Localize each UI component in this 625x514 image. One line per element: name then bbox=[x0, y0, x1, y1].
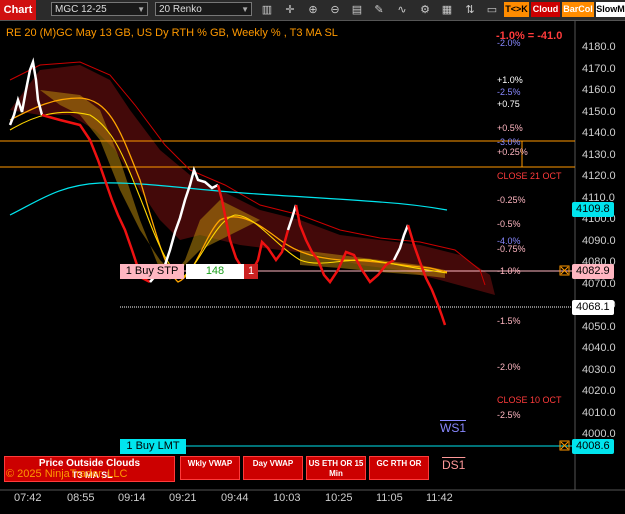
level-m10: -1.0% bbox=[497, 266, 521, 276]
chevron-down-icon: ▼ bbox=[241, 5, 249, 14]
level-close21: CLOSE 21 OCT bbox=[497, 171, 562, 181]
instrument-value: MGC 12-25 bbox=[55, 4, 107, 15]
ds1-label: DS1 bbox=[442, 458, 466, 472]
level-p05: +0.5% bbox=[497, 123, 523, 133]
ws1-label: WS1 bbox=[440, 421, 467, 435]
time-tick: 07:42 bbox=[14, 492, 42, 504]
price-tick: 4160.0 bbox=[582, 84, 616, 96]
time-tick: 09:44 bbox=[221, 492, 249, 504]
chart-trader-icon[interactable]: ⇅ bbox=[463, 3, 477, 17]
price-tick: 4170.0 bbox=[582, 62, 616, 75]
slowma-toggle-button[interactable]: SlowM bbox=[596, 2, 625, 17]
price-tick: 4070.0 bbox=[582, 277, 616, 290]
time-tick: 11:42 bbox=[426, 492, 453, 504]
price-tick: 4050.0 bbox=[582, 320, 616, 333]
bar-type-selector[interactable]: 20 Renko ▼ bbox=[155, 2, 252, 16]
draw-icon[interactable]: ✎ bbox=[372, 3, 386, 17]
level-m25b: -2.5% bbox=[497, 410, 521, 420]
level-p075: +0.75 bbox=[497, 99, 520, 109]
level-m20: -2.0% bbox=[497, 362, 521, 372]
level-p1: +1.0% bbox=[497, 75, 523, 85]
wkly-vwap-label: Wkly VWAP bbox=[187, 459, 233, 468]
level-m025: -0.25% bbox=[497, 195, 526, 205]
level-m15: -1.5% bbox=[497, 316, 521, 326]
chevron-down-icon: ▼ bbox=[137, 5, 145, 14]
last-price-label: 4082.9 bbox=[572, 264, 614, 279]
level-p025: +0.25% bbox=[497, 147, 528, 157]
price-tick: 4040.0 bbox=[582, 342, 616, 354]
zoom-in-icon[interactable]: ⊕ bbox=[306, 3, 320, 17]
time-tick: 09:21 bbox=[169, 492, 197, 504]
time-tick: 09:14 bbox=[118, 492, 146, 504]
time-tick: 10:25 bbox=[325, 492, 353, 504]
buy-lmt-price-label: 4008.6 bbox=[572, 439, 614, 454]
chart-tab[interactable]: Chart bbox=[0, 0, 36, 20]
price-tick: 4150.0 bbox=[582, 105, 616, 118]
level-m05: -0.5% bbox=[497, 219, 521, 229]
cloud-toggle-button[interactable]: Cloud bbox=[531, 2, 560, 17]
buy-stp-order[interactable]: 1 Buy STP bbox=[120, 264, 184, 279]
price-tick: 4090.0 bbox=[582, 234, 616, 247]
wkly-vwap-button[interactable]: Wkly VWAP bbox=[180, 456, 240, 480]
buy-lmt-order[interactable]: 1 Buy LMT bbox=[120, 439, 186, 454]
price-tick: 4020.0 bbox=[582, 385, 616, 397]
price-tick: 4120.0 bbox=[582, 170, 616, 182]
cyan-ma-price-label: 4109.8 bbox=[572, 202, 614, 217]
bar-type-value: 20 Renko bbox=[159, 4, 202, 15]
data-box-icon[interactable]: ▦ bbox=[440, 3, 454, 17]
us-eth-label: US ETH OR 15 Min bbox=[308, 459, 364, 478]
day-vwap-button[interactable]: Day VWAP bbox=[243, 456, 303, 480]
indicators-icon[interactable]: ∿ bbox=[395, 3, 409, 17]
copyright-text: © 2025 NinjaTrader, LLC bbox=[6, 468, 128, 480]
price-tick: 4010.0 bbox=[582, 406, 616, 419]
day-vwap-label: Day VWAP bbox=[252, 459, 294, 468]
price-tick: 4030.0 bbox=[582, 363, 616, 376]
us-eth-button[interactable]: US ETH OR 15 Min bbox=[306, 456, 366, 480]
crosshair-icon[interactable]: ✛ bbox=[283, 3, 297, 17]
buy-stp-qty[interactable]: 148 bbox=[186, 264, 244, 279]
strategies-icon[interactable]: ⚙ bbox=[418, 3, 432, 17]
templates-icon[interactable]: ▭ bbox=[485, 3, 499, 17]
time-tick: 11:05 bbox=[376, 492, 403, 504]
level-m3: -3.0% bbox=[497, 137, 521, 147]
price-tick: 4140.0 bbox=[582, 127, 616, 139]
chart-toolbar: Chart MGC 12-25 ▼ 20 Renko ▼ ▥ ✛ ⊕ ⊖ ▤ ✎… bbox=[0, 0, 625, 21]
zoom-out-icon[interactable]: ⊖ bbox=[328, 3, 342, 17]
price-tick: 4130.0 bbox=[582, 148, 616, 161]
chart-title: RE 20 (M)GC May 13 GB, US Dy RTH % GB, W… bbox=[6, 27, 338, 39]
barcol-toggle-button[interactable]: BarCol bbox=[562, 2, 594, 17]
bar-chart-icon[interactable]: ▥ bbox=[260, 3, 274, 17]
instrument-selector[interactable]: MGC 12-25 ▼ bbox=[51, 2, 148, 16]
time-tick: 08:55 bbox=[67, 492, 95, 504]
tk-toggle-button[interactable]: T<>K bbox=[504, 2, 529, 17]
pct-top2-label: -2.0% bbox=[497, 38, 521, 48]
price-chart-svg bbox=[0, 20, 625, 491]
cursor-price-label: 4068.1 bbox=[572, 300, 614, 315]
level-m075: -0.75% bbox=[497, 244, 526, 254]
properties-icon[interactable]: ▤ bbox=[350, 3, 364, 17]
chart-plot-area[interactable]: RE 20 (M)GC May 13 GB, US Dy RTH % GB, W… bbox=[0, 20, 625, 514]
level-m25a: -2.5% bbox=[497, 87, 521, 97]
price-tick: 4180.0 bbox=[582, 41, 616, 53]
level-close10: CLOSE 10 OCT bbox=[497, 395, 562, 405]
time-tick: 10:03 bbox=[273, 492, 301, 504]
gc-rth-label: GC RTH OR bbox=[376, 459, 422, 468]
gc-rth-button[interactable]: GC RTH OR bbox=[369, 456, 429, 480]
buy-stp-close-button[interactable]: 1 bbox=[244, 264, 258, 279]
